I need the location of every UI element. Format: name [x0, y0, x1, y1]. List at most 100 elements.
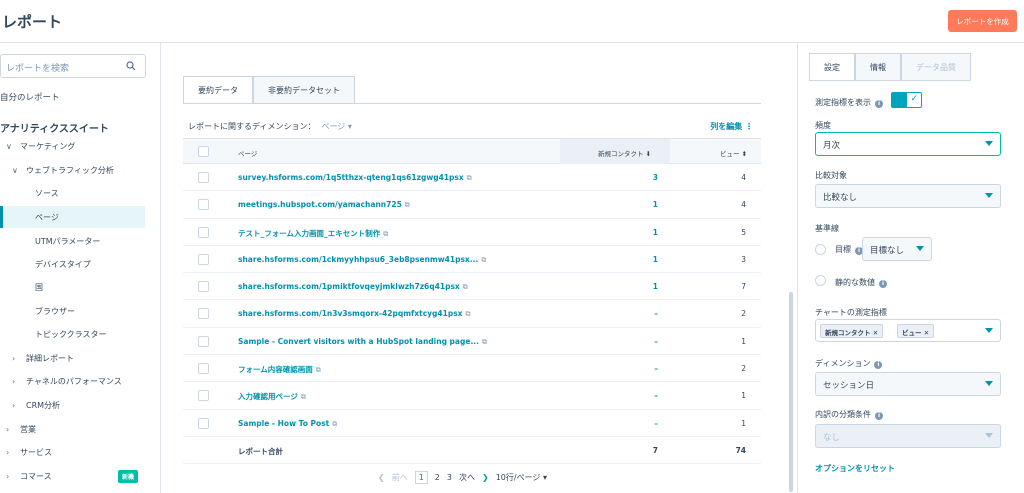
row-checkbox[interactable]: [198, 335, 209, 347]
row-checkbox[interactable]: [198, 226, 209, 238]
column-header-new-contacts[interactable]: 新規コンタクト ⬇: [598, 148, 651, 158]
rows-per-page-select[interactable]: 10行/ページ ▾: [496, 472, 547, 483]
column-header-views[interactable]: ビュー ⬍: [720, 148, 747, 158]
select-all-checkbox[interactable]: [198, 146, 209, 157]
page-1-button[interactable]: 1: [414, 471, 428, 484]
static-value-radio[interactable]: [815, 275, 826, 286]
row-checkbox[interactable]: [198, 172, 209, 183]
page-url[interactable]: share.hsforms.com/1ckmyyhhpsu6_3eb8psenm…: [238, 255, 478, 264]
chip-new-contacts[interactable]: 新規コンタクト ✕: [820, 324, 884, 338]
nav-country[interactable]: 国: [35, 276, 43, 298]
my-reports-link[interactable]: 自分のレポート: [0, 91, 60, 103]
page-url[interactable]: share.hsforms.com/1pmiktfovqeyjmklwzh7z6…: [238, 282, 460, 291]
tab-unsummarized-dataset[interactable]: 非要約データセット: [253, 76, 355, 104]
row-checkbox[interactable]: [198, 253, 209, 265]
new-contacts-cell[interactable]: –: [623, 309, 658, 318]
goal-radio[interactable]: [815, 244, 826, 255]
page-url[interactable]: Sample - Convert visitors with a HubSpot…: [238, 337, 479, 346]
close-icon[interactable]: ✕: [924, 329, 929, 337]
nav-web-traffic[interactable]: ∨ ウェブトラフィック分析: [12, 159, 114, 181]
new-contacts-cell[interactable]: 1: [623, 282, 658, 291]
nav-pages[interactable]: ページ: [0, 206, 145, 228]
page-link[interactable]: survey.hsforms.com/1q5tthzx-qteng1qs61zg…: [238, 173, 472, 183]
dimension-panel-select[interactable]: セッション日: [815, 372, 1001, 396]
nav-device[interactable]: デバイスタイプ: [35, 253, 91, 275]
page-url[interactable]: フォーム内容確認画面: [238, 365, 313, 374]
nav-commerce[interactable]: › コマース: [6, 465, 52, 487]
nav-channel-performance[interactable]: › チャネルのパフォーマンス: [12, 370, 122, 392]
nav-crm-analytics[interactable]: › CRM分析: [12, 394, 60, 416]
new-contacts-cell[interactable]: 1: [623, 228, 658, 237]
page-url[interactable]: Sample - How To Post: [238, 419, 329, 428]
page-url[interactable]: テスト_フォーム入力画面_エキセント制作: [238, 229, 380, 238]
row-checkbox[interactable]: [198, 281, 209, 293]
chip-views[interactable]: ビュー ✕: [897, 324, 935, 338]
new-contacts-cell[interactable]: –: [623, 419, 658, 428]
page-2-button[interactable]: 2: [435, 473, 440, 482]
external-link-icon[interactable]: ⧉: [383, 230, 388, 238]
row-checkbox[interactable]: [198, 417, 209, 429]
new-contacts-cell[interactable]: 3: [623, 173, 658, 182]
create-report-button[interactable]: レポートを作成: [948, 10, 1017, 32]
page-link[interactable]: Sample - Convert visitors with a HubSpot…: [238, 337, 487, 347]
page-link[interactable]: share.hsforms.com/1n3v3smqorx-42pqmfxtcy…: [238, 309, 471, 319]
page-link[interactable]: Sample - How To Post ⧉: [238, 419, 337, 429]
nav-topic-cluster[interactable]: トピッククラスター: [35, 323, 107, 345]
nav-marketing[interactable]: ∨ マーケティング: [6, 135, 75, 157]
row-checkbox[interactable]: [198, 390, 209, 402]
page-link[interactable]: 入力確認用ページ ⧉: [238, 391, 306, 402]
reset-options-link[interactable]: オプションをリセット: [815, 463, 895, 474]
external-link-icon[interactable]: ⧉: [482, 338, 487, 346]
chart-metrics-multiselect[interactable]: 新規コンタクト ✕ ビュー ✕: [815, 319, 1001, 342]
external-link-icon[interactable]: ⧉: [466, 310, 471, 318]
external-link-icon[interactable]: ⧉: [316, 366, 321, 374]
page-link[interactable]: フォーム内容確認画面 ⧉: [238, 364, 321, 375]
close-icon[interactable]: ✕: [873, 329, 878, 337]
new-contacts-cell[interactable]: 1: [623, 200, 658, 209]
frequency-select[interactable]: 月次: [815, 132, 1001, 156]
page-link[interactable]: meetings.hubspot.com/yamachann725 ⧉: [238, 200, 410, 210]
nav-sources[interactable]: ソース: [35, 182, 59, 204]
external-link-icon[interactable]: ⧉: [481, 256, 486, 264]
goal-select[interactable]: 目標なし: [862, 237, 932, 261]
nav-utm[interactable]: UTMパラメーター: [35, 230, 100, 252]
external-link-icon[interactable]: ⧉: [467, 174, 472, 182]
report-search-input[interactable]: レポートを検索: [0, 54, 146, 78]
dimension-select[interactable]: ページ ▾: [321, 122, 351, 131]
row-checkbox[interactable]: [198, 199, 209, 211]
chevron-left-icon[interactable]: ❮: [378, 473, 385, 482]
prev-page-button[interactable]: 前へ: [392, 472, 408, 483]
row-checkbox[interactable]: [198, 363, 209, 375]
page-link[interactable]: テスト_フォーム入力画面_エキセント制作 ⧉: [238, 228, 388, 239]
page-url[interactable]: share.hsforms.com/1n3v3smqorx-42pqmfxtcy…: [238, 309, 463, 318]
external-link-icon[interactable]: ⧉: [463, 283, 468, 291]
compare-select[interactable]: 比較なし: [815, 184, 1001, 208]
page-url[interactable]: survey.hsforms.com/1q5tthzx-qteng1qs61zg…: [238, 173, 464, 182]
new-contacts-cell[interactable]: –: [623, 337, 658, 346]
show-metrics-toggle[interactable]: ✓: [891, 92, 922, 108]
nav-detailed-reports[interactable]: › 詳細レポート: [12, 347, 74, 369]
nav-browser[interactable]: ブラウザー: [35, 300, 75, 322]
tab-settings[interactable]: 設定: [809, 53, 855, 81]
nav-sales[interactable]: › 営業: [6, 418, 36, 440]
next-page-button[interactable]: 次へ: [459, 472, 475, 483]
nav-service[interactable]: › サービス: [6, 441, 52, 463]
new-contacts-cell[interactable]: –: [623, 391, 658, 400]
external-link-icon[interactable]: ⧉: [405, 201, 410, 209]
page-3-button[interactable]: 3: [447, 473, 452, 482]
page-url[interactable]: 入力確認用ページ: [238, 392, 298, 401]
external-link-icon[interactable]: ⧉: [332, 420, 337, 428]
page-link[interactable]: share.hsforms.com/1ckmyyhhpsu6_3eb8psenm…: [238, 255, 486, 265]
new-contacts-cell[interactable]: 1: [623, 255, 658, 264]
tab-info[interactable]: 情報: [855, 53, 901, 81]
new-contacts-cell[interactable]: –: [623, 364, 658, 373]
edit-columns-button[interactable]: 列を編集 ⋮: [710, 121, 753, 132]
page-link[interactable]: share.hsforms.com/1pmiktfovqeyjmklwzh7z6…: [238, 282, 468, 292]
row-checkbox[interactable]: [198, 308, 209, 320]
tab-summary-data[interactable]: 要約データ: [183, 76, 253, 104]
external-link-icon[interactable]: ⧉: [301, 393, 306, 401]
chevron-right-icon[interactable]: ❯: [482, 473, 489, 482]
page-url[interactable]: meetings.hubspot.com/yamachann725: [238, 200, 402, 209]
main-scrollbar[interactable]: [789, 292, 793, 492]
column-header-page[interactable]: ページ: [238, 148, 257, 158]
